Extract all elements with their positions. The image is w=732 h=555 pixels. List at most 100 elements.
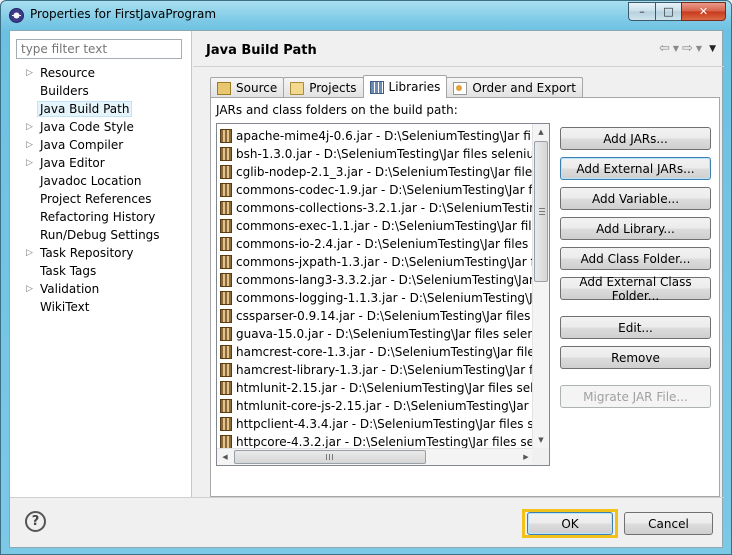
remove-button[interactable]: Remove <box>560 346 711 369</box>
maximize-button[interactable]: □ <box>655 2 681 21</box>
forward-arrow-icon[interactable]: ⇨ <box>682 41 693 56</box>
scroll-corner <box>532 448 549 465</box>
expand-arrow-icon[interactable]: ▷ <box>26 244 33 262</box>
list-item[interactable]: httpclient-4.3.4.jar - D:\SeleniumTestin… <box>217 415 535 433</box>
add-jars-button[interactable]: Add JARs... <box>560 127 711 150</box>
filter-input[interactable] <box>16 39 182 59</box>
tree-item-label: Java Build Path <box>37 101 133 117</box>
tab-source[interactable]: Source <box>210 77 285 98</box>
migrate-jar-button[interactable]: Migrate JAR File... <box>560 385 711 408</box>
property-page: Java Build Path ⇦ ▼ ⇨ ▼ ▼ Source Projects… <box>193 31 724 497</box>
forward-dropdown-icon[interactable]: ▼ <box>696 44 702 56</box>
list-item[interactable]: hamcrest-library-1.3.jar - D:\SeleniumTe… <box>217 361 535 379</box>
list-item[interactable]: apache-mime4j-0.6.jar - D:\SeleniumTesti… <box>217 127 535 145</box>
title-bar[interactable]: Properties for FirstJavaProgram – □ ✕ <box>1 1 731 29</box>
list-item[interactable]: commons-lang3-3.3.2.jar - D:\SeleniumTes… <box>217 271 535 289</box>
tree-item[interactable]: Java Build Path <box>10 100 192 118</box>
tree-item[interactable]: Javadoc Location <box>10 172 192 190</box>
back-dropdown-icon[interactable]: ▼ <box>673 44 679 56</box>
tree-item[interactable]: ▷ Task Repository <box>10 244 192 262</box>
tree-item[interactable]: Project References <box>10 190 192 208</box>
tree-item-label: Java Code Style <box>40 120 134 134</box>
jar-list-vertical-scrollbar[interactable]: ▲ ▼ <box>532 124 549 448</box>
tree-item[interactable]: ▷ Validation <box>10 280 192 298</box>
order-export-icon <box>453 81 468 95</box>
jar-entry-label: httpclient-4.3.4.jar - D:\SeleniumTestin… <box>236 417 535 431</box>
jar-icon <box>220 363 232 377</box>
tree-item[interactable]: ▷ Java Compiler <box>10 136 192 154</box>
horizontal-scroll-thumb[interactable] <box>234 450 426 464</box>
jar-icon <box>220 237 232 251</box>
libraries-icon <box>369 80 384 94</box>
jar-entry-label: commons-lang3-3.3.2.jar - D:\SeleniumTes… <box>236 273 535 287</box>
jar-list-horizontal-scrollbar[interactable]: ◀ ▶ <box>217 448 534 465</box>
tree-item-label: Task Tags <box>40 264 97 278</box>
tab-libraries[interactable]: Libraries <box>362 75 448 98</box>
scroll-left-icon[interactable]: ◀ <box>217 449 233 465</box>
add-external-class-folder-button[interactable]: Add External Class Folder... <box>560 275 711 303</box>
jar-entry-label: cssparser-0.9.14.jar - D:\SeleniumTestin… <box>236 309 535 323</box>
expand-arrow-icon[interactable]: ▷ <box>26 280 33 298</box>
expand-arrow-icon[interactable]: ▷ <box>26 118 33 136</box>
list-item[interactable]: commons-logging-1.1.3.jar - D:\SeleniumT… <box>217 289 535 307</box>
list-item[interactable]: commons-jxpath-1.3.jar - D:\SeleniumTest… <box>217 253 535 271</box>
grip-icon <box>539 208 545 215</box>
tree-item[interactable]: Task Tags <box>10 262 192 280</box>
list-item[interactable]: hamcrest-core-1.3.jar - D:\SeleniumTesti… <box>217 343 535 361</box>
jar-icon <box>220 381 232 395</box>
jar-entry-label: bsh-1.3.0.jar - D:\SeleniumTesting\Jar f… <box>236 147 535 161</box>
minimize-button[interactable]: – <box>628 2 655 21</box>
list-item[interactable]: commons-codec-1.9.jar - D:\SeleniumTesti… <box>217 181 535 199</box>
tree-item[interactable]: ▷ Java Code Style <box>10 118 192 136</box>
vertical-scroll-thumb[interactable] <box>534 141 548 282</box>
close-button[interactable]: ✕ <box>681 2 726 21</box>
list-item[interactable]: cssparser-0.9.14.jar - D:\SeleniumTestin… <box>217 307 535 325</box>
help-icon[interactable]: ? <box>25 511 46 532</box>
scroll-up-icon[interactable]: ▲ <box>533 124 549 140</box>
jar-entry-label: guava-15.0.jar - D:\SeleniumTesting\Jar … <box>236 327 535 341</box>
add-external-jars-button[interactable]: Add External JARs... <box>560 157 711 180</box>
tab-projects[interactable]: Projects <box>283 77 364 98</box>
cancel-button[interactable]: Cancel <box>624 512 713 535</box>
view-menu-icon[interactable]: ▼ <box>709 44 716 56</box>
back-arrow-icon[interactable]: ⇦ <box>659 41 670 56</box>
list-item[interactable]: htmlunit-core-js-2.15.jar - D:\SeleniumT… <box>217 397 535 415</box>
tree-item[interactable]: Builders <box>10 82 192 100</box>
jar-list[interactable]: apache-mime4j-0.6.jar - D:\SeleniumTesti… <box>216 123 550 466</box>
tree-item-label: Refactoring History <box>40 210 156 224</box>
properties-window: Properties for FirstJavaProgram – □ ✕ ▷ R… <box>0 0 732 555</box>
tree-item-label: Validation <box>40 282 100 296</box>
tab-order-and-export[interactable]: Order and Export <box>446 77 583 98</box>
add-library-button[interactable]: Add Library... <box>560 217 711 240</box>
list-item[interactable]: guava-15.0.jar - D:\SeleniumTesting\Jar … <box>217 325 535 343</box>
jar-icon <box>220 399 232 413</box>
list-item[interactable]: commons-exec-1.1.jar - D:\SeleniumTestin… <box>217 217 535 235</box>
list-item[interactable]: commons-collections-3.2.1.jar - D:\Selen… <box>217 199 535 217</box>
jar-icon <box>220 417 232 431</box>
title-separator <box>193 66 724 67</box>
tree-item[interactable]: Refactoring History <box>10 208 192 226</box>
list-item[interactable]: cglib-nodep-2.1_3.jar - D:\SeleniumTesti… <box>217 163 535 181</box>
tree-item[interactable]: ▷ Resource <box>10 64 192 82</box>
tree-item[interactable]: ▷ Java Editor <box>10 154 192 172</box>
tree-item-label: Builders <box>40 84 89 98</box>
jar-icon <box>220 165 232 179</box>
expand-arrow-icon[interactable]: ▷ <box>26 136 33 154</box>
jar-entry-label: commons-logging-1.1.3.jar - D:\SeleniumT… <box>236 291 535 305</box>
add-class-folder-button[interactable]: Add Class Folder... <box>560 247 711 270</box>
expand-arrow-icon[interactable]: ▷ <box>26 64 33 82</box>
tree-item[interactable]: Run/Debug Settings <box>10 226 192 244</box>
list-item[interactable]: htmlunit-2.15.jar - D:\SeleniumTesting\J… <box>217 379 535 397</box>
edit-button[interactable]: Edit... <box>560 316 711 339</box>
ok-button[interactable]: OK <box>527 512 613 535</box>
list-item[interactable]: commons-io-2.4.jar - D:\SeleniumTesting\… <box>217 235 535 253</box>
scroll-down-icon[interactable]: ▼ <box>533 432 549 448</box>
tree-item[interactable]: WikiText <box>10 298 192 316</box>
expand-arrow-icon[interactable]: ▷ <box>26 154 33 172</box>
preference-tree-panel: ▷ResourceBuildersJava Build Path▷Java Co… <box>10 31 192 497</box>
footer-separator <box>10 497 724 498</box>
tab-label: Libraries <box>388 80 441 94</box>
list-item[interactable]: bsh-1.3.0.jar - D:\SeleniumTesting\Jar f… <box>217 145 535 163</box>
tree-item-label: Resource <box>40 66 96 80</box>
add-variable-button[interactable]: Add Variable... <box>560 187 711 210</box>
